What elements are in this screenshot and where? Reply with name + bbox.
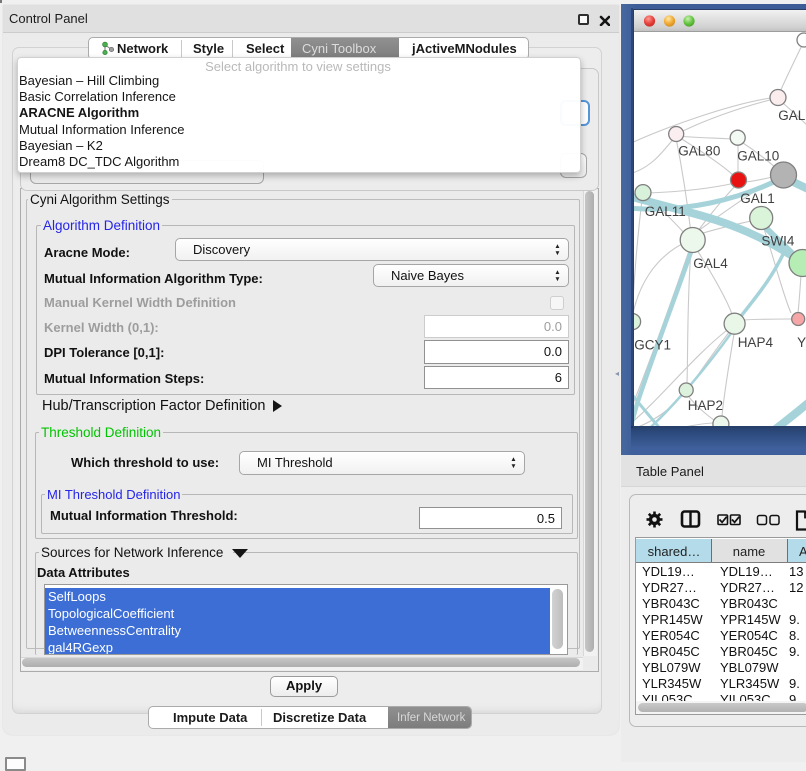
svg-text:GAL80: GAL80 — [678, 144, 720, 159]
svg-text:HAP2: HAP2 — [688, 398, 723, 413]
svg-text:Y: Y — [797, 335, 806, 350]
svg-text:GAL4: GAL4 — [693, 256, 728, 271]
svg-text:GAL11: GAL11 — [645, 204, 686, 219]
svg-text:GAL1: GAL1 — [740, 191, 775, 206]
svg-text:GCY1: GCY1 — [634, 338, 671, 353]
svg-text:GAL10: GAL10 — [737, 149, 779, 164]
svg-text:HAP4: HAP4 — [738, 335, 774, 350]
svg-text:SWI4: SWI4 — [761, 234, 794, 249]
svg-text:GAL7: GAL7 — [778, 108, 806, 123]
